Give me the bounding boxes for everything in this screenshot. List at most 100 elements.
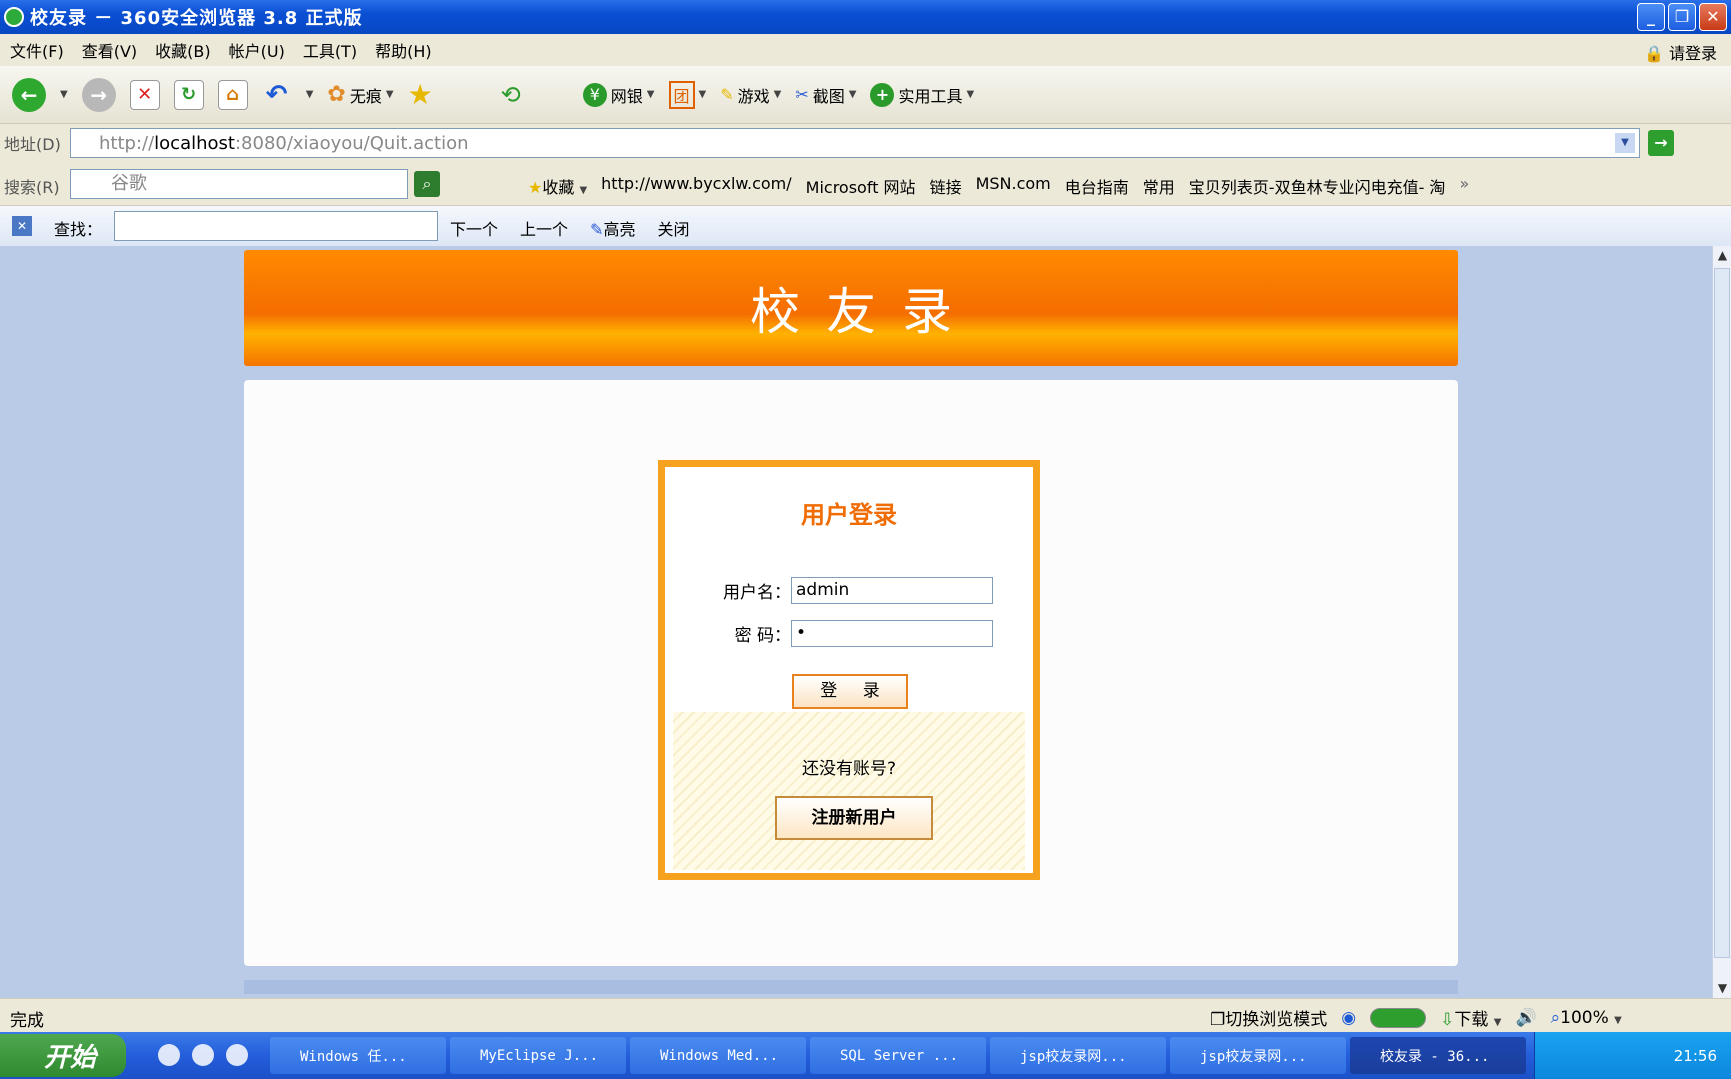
history-icon[interactable]: ⟲ <box>501 81 521 109</box>
screenshot-button[interactable]: ✂ 截图 ▼ <box>795 83 856 107</box>
start-button[interactable]: 开始 <box>0 1034 126 1077</box>
minimize-button[interactable]: _ <box>1637 3 1665 31</box>
zoom-control[interactable]: ⌕100% ▼ <box>1551 1008 1622 1028</box>
speaker-icon[interactable]: 🔊 <box>1515 1008 1536 1028</box>
games-icon: ✎ <box>720 85 734 104</box>
menu-help[interactable]: 帮助(H) <box>375 38 432 62</box>
games-button[interactable]: ✎ 游戏 ▼ <box>720 83 781 107</box>
restore-button[interactable]: ❐ <box>1668 3 1696 31</box>
tools-label: 实用工具 <box>898 86 963 106</box>
go-icon[interactable]: → <box>1648 130 1674 156</box>
download-button[interactable]: ⇩下载 ▼ <box>1440 1005 1501 1030</box>
favorites-collect[interactable]: ★收藏 ▼ <box>528 174 587 198</box>
group-icon: 团 <box>668 80 695 109</box>
zoom-dropdown-icon[interactable]: ▼ <box>1614 1015 1622 1026</box>
close-button[interactable]: ✕ <box>1699 3 1727 31</box>
fav-item[interactable]: Microsoft 网站 <box>806 174 916 198</box>
close-find-icon[interactable]: ✕ <box>12 216 32 236</box>
scroll-down-icon[interactable]: ▼ <box>1713 979 1731 998</box>
collect-dropdown-icon[interactable]: ▼ <box>579 185 587 196</box>
back-icon[interactable]: ← <box>12 77 46 112</box>
switch-mode-label: 切换浏览模式 <box>1225 1010 1328 1030</box>
url-host: localhost <box>154 132 235 154</box>
tools-dropdown-icon[interactable]: ▼ <box>966 89 974 100</box>
download-dropdown-icon[interactable]: ▼ <box>1494 1017 1502 1028</box>
fav-item[interactable]: 常用 <box>1143 174 1175 198</box>
chevron-right-icon[interactable]: » <box>1459 174 1469 198</box>
scroll-up-icon[interactable]: ▲ <box>1713 246 1731 265</box>
incognito-label: 无痕 <box>349 86 382 106</box>
find-close-button[interactable]: 关闭 <box>657 216 689 240</box>
taskbar-item[interactable]: jsp校友录网... <box>1170 1037 1346 1074</box>
taskbar-item[interactable]: Windows Med... <box>630 1037 806 1074</box>
globe-icon[interactable]: ◉ <box>1341 1008 1356 1028</box>
taskbar-item[interactable]: Windows 任... <box>270 1037 446 1074</box>
vertical-scrollbar[interactable]: ▲ ▼ <box>1712 246 1731 998</box>
scroll-thumb[interactable] <box>1714 268 1730 958</box>
find-prev-button[interactable]: 上一个 <box>520 216 568 240</box>
bank-button[interactable]: ¥ 网银 ▼ <box>582 82 655 107</box>
address-dropdown-icon[interactable]: ▼ <box>1615 133 1635 153</box>
fav-item[interactable]: http://www.bycxlw.com/ <box>601 174 792 198</box>
favorites-bar: ★收藏 ▼ http://www.bycxlw.com/ Microsoft 网… <box>528 174 1469 198</box>
find-input[interactable] <box>114 211 438 241</box>
tools-button[interactable]: + 实用工具 ▼ <box>870 82 974 107</box>
incognito-button[interactable]: ✿ 无痕 ▼ <box>327 82 393 107</box>
quick-launch-browser-icon[interactable] <box>226 1044 248 1066</box>
address-input[interactable]: http://localhost:8080/xiaoyou/Quit.actio… <box>70 128 1640 158</box>
incognito-dropdown-icon[interactable]: ▼ <box>386 89 394 100</box>
login-link[interactable]: 🔒 请登录 <box>1644 40 1717 64</box>
password-input[interactable]: • <box>791 620 993 647</box>
plus-icon: + <box>870 82 895 107</box>
search-label: 搜索(R) <box>4 178 60 197</box>
menu-account[interactable]: 帐户(U) <box>229 38 285 62</box>
bank-label: 网银 <box>610 86 643 106</box>
switch-mode-button[interactable]: ❐切换浏览模式 <box>1210 1005 1327 1030</box>
username-input[interactable]: admin <box>791 577 993 604</box>
taskbar-item[interactable]: SQL Server ... <box>810 1037 986 1074</box>
highlight-button[interactable]: ✎高亮 <box>590 216 635 240</box>
main-panel: 用户登录 用户名： admin 密 码： • 登 录 还没有账号? 注册新用户 <box>244 380 1458 966</box>
undo-dropdown-icon[interactable]: ▼ <box>306 89 314 100</box>
fav-item[interactable]: MSN.com <box>976 174 1051 198</box>
screenshot-dropdown-icon[interactable]: ▼ <box>849 89 857 100</box>
undo-icon[interactable]: ↶ <box>262 80 292 110</box>
taskbar-item[interactable]: jsp校友录网... <box>990 1037 1166 1074</box>
taskbar-item-active[interactable]: 校友录 - 36... <box>1350 1037 1526 1074</box>
home-icon[interactable]: ⌂ <box>217 79 248 110</box>
fav-item[interactable]: 链接 <box>930 174 962 198</box>
clock[interactable]: 21:56 <box>1674 1047 1717 1065</box>
menu-favorites[interactable]: 收藏(B) <box>155 38 210 62</box>
bank-dropdown-icon[interactable]: ▼ <box>647 89 655 100</box>
forward-icon[interactable]: → <box>81 77 116 112</box>
group-dropdown-icon[interactable]: ▼ <box>699 89 707 100</box>
star-icon[interactable]: ★ <box>408 78 433 111</box>
username-label: 用户名： <box>723 583 791 603</box>
status-text: 完成 <box>10 1011 44 1031</box>
menu-file[interactable]: 文件(F) <box>10 38 64 62</box>
fav-item[interactable]: 电台指南 <box>1065 174 1129 198</box>
menu-tools[interactable]: 工具(T) <box>303 38 357 62</box>
quick-launch-app-icon[interactable] <box>192 1044 214 1066</box>
zoom-icon: ⌕ <box>1550 1007 1561 1028</box>
register-button[interactable]: 注册新用户 <box>775 796 933 840</box>
stop-icon[interactable]: ✕ <box>129 79 160 110</box>
search-icon[interactable]: ⌕ <box>414 171 440 197</box>
back-dropdown-icon[interactable]: ▼ <box>60 89 68 100</box>
window-icon: ❐ <box>1210 1010 1226 1030</box>
taskbar: 开始 Windows 任... MyEclipse J... Windows M… <box>0 1032 1731 1079</box>
find-next-button[interactable]: 下一个 <box>450 216 498 240</box>
games-label: 游戏 <box>737 86 770 106</box>
taskbar-item[interactable]: MyEclipse J... <box>450 1037 626 1074</box>
menu-view[interactable]: 查看(V) <box>82 38 137 62</box>
search-input[interactable]: 谷歌 <box>70 169 408 199</box>
password-row: 密 码： • <box>721 620 993 647</box>
login-button[interactable]: 登 录 <box>792 674 908 709</box>
quick-launch-ie-icon[interactable] <box>158 1044 180 1066</box>
mode-toggle[interactable] <box>1370 1007 1427 1028</box>
games-dropdown-icon[interactable]: ▼ <box>774 89 782 100</box>
group-button[interactable]: 团 ▼ <box>668 80 707 109</box>
system-tray: 21:56 <box>1534 1032 1731 1079</box>
refresh-icon[interactable]: ↻ <box>173 79 204 110</box>
fav-item[interactable]: 宝贝列表页-双鱼林专业闪电充值- 淘 <box>1189 174 1446 198</box>
